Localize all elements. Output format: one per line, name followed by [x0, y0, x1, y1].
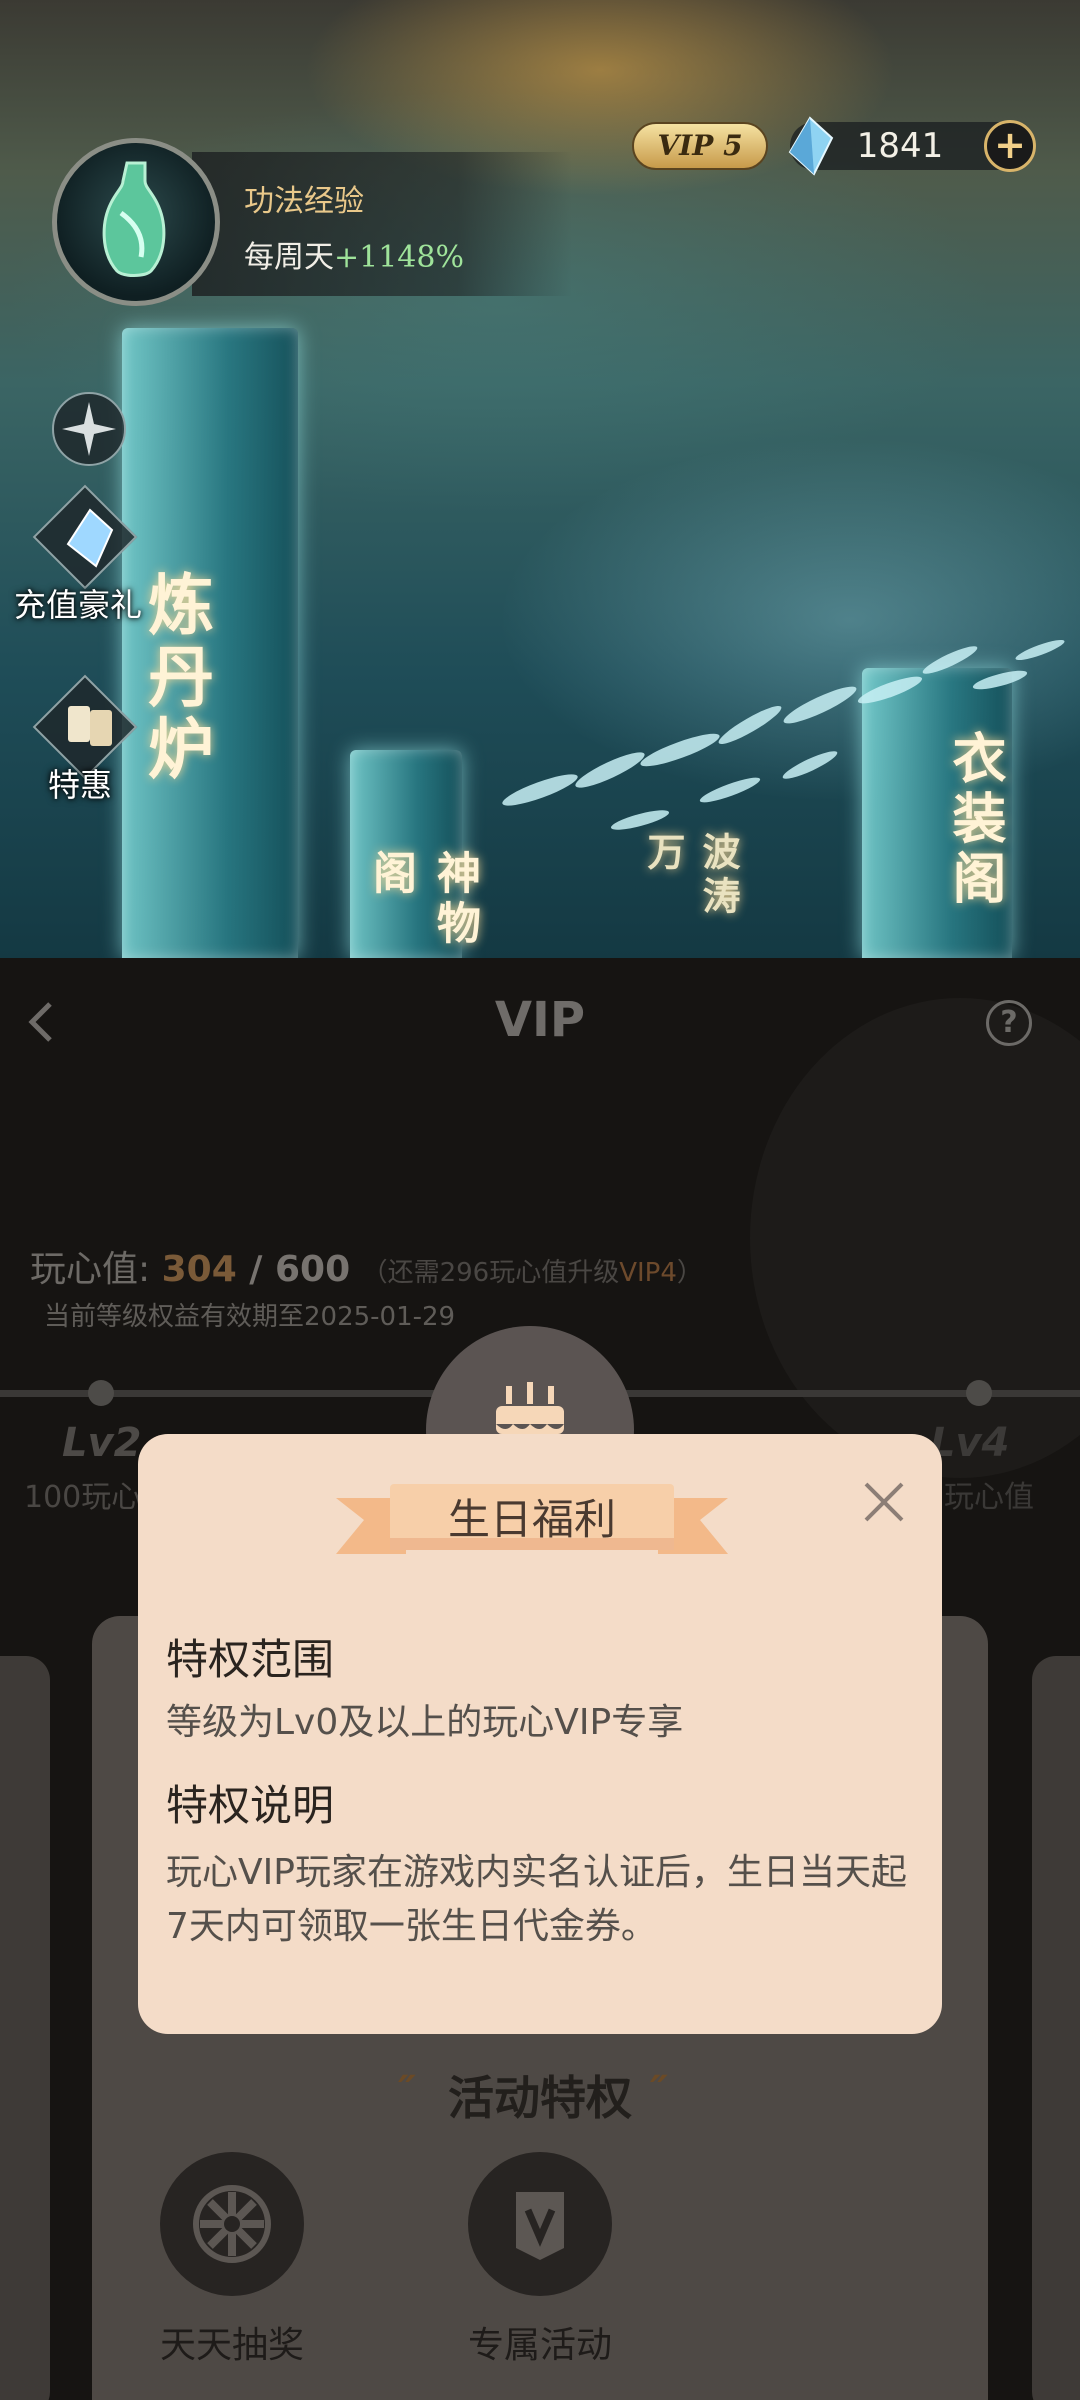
- fish-swarm-decoration: [502, 639, 1065, 830]
- score-hint: （还需296玩心值升级VIP4）: [362, 1258, 703, 1288]
- score-hint-suffix: ）: [676, 1258, 703, 1288]
- daily-lottery-button[interactable]: [160, 2152, 304, 2296]
- level-lv4-sub: 玩心值: [944, 1480, 1034, 1515]
- description-heading: 特权说明: [166, 1781, 335, 1830]
- game-view: 炼丹炉 神物阁 波涛万 衣装阁 功法经验 每周天+1148% VIP 5 184…: [0, 0, 1080, 958]
- compass-button[interactable]: [52, 392, 126, 466]
- score-hint-prefix: （还需296玩心值升级: [361, 1258, 620, 1288]
- add-gems-button[interactable]: +: [984, 120, 1036, 172]
- exp-bonus: +1148%: [334, 240, 464, 275]
- description-text: 玩心VIP玩家在游戏内实名认证后，生日当天起7天内可领取一张生日代金券。: [166, 1852, 907, 1947]
- score-current: 304: [161, 1249, 237, 1290]
- alchemy-label: 炼丹炉: [137, 570, 215, 786]
- vip-badge[interactable]: VIP 5: [632, 122, 768, 170]
- page-title: VIP: [494, 992, 586, 1048]
- level-dot-lv2: [88, 1380, 114, 1406]
- exclusive-activity-button[interactable]: [468, 2152, 612, 2296]
- crystal-icon: [66, 508, 114, 568]
- score-label: 玩心值:: [30, 1249, 151, 1290]
- level-dot-lv4: [966, 1380, 992, 1406]
- modal-title: 生日福利: [447, 1495, 616, 1544]
- special-offer-label[interactable]: 特惠: [48, 760, 112, 806]
- score-sep: /: [236, 1249, 275, 1290]
- exp-prefix: 每周天: [244, 240, 334, 275]
- level-lv4: Lv4: [930, 1420, 1010, 1466]
- level-lv2: Lv2: [62, 1420, 142, 1466]
- gem-icon: [788, 116, 834, 176]
- quote-right-decoration: ″: [650, 2068, 668, 2114]
- exp-rate: 每周天+1148%: [244, 232, 464, 276]
- bg-decoration: [750, 998, 1080, 1478]
- level-lv2-sub: 100玩心: [24, 1480, 142, 1515]
- scope-text: 等级为Lv0及以上的玩心VIP专享: [166, 1702, 684, 1743]
- vip-card-next[interactable]: [1032, 1656, 1080, 2400]
- score-hint-level: VIP4: [619, 1258, 677, 1288]
- gem-count: 1841: [856, 126, 944, 166]
- cards-icon: [68, 706, 112, 746]
- compass-icon: [62, 402, 116, 456]
- daily-lottery-label[interactable]: 天天抽奖: [122, 2316, 342, 2368]
- artifact-label: 神物阁: [365, 850, 480, 950]
- activity-section-title: 活动特权: [448, 2071, 632, 2125]
- validity-text: 当前等级权益有效期至2025-01-29: [44, 1302, 456, 1332]
- wheel-icon: [193, 2185, 271, 2263]
- exp-title: 功法经验: [244, 184, 364, 219]
- v-badge-icon: [516, 2192, 564, 2260]
- character-avatar[interactable]: [52, 138, 220, 306]
- score-row: 玩心值: 304 / 600 （还需296玩心值升级VIP4）: [30, 1240, 703, 1292]
- score-max: 600: [274, 1249, 351, 1290]
- close-icon[interactable]: [854, 1472, 914, 1532]
- vip-card-prev[interactable]: [0, 1656, 50, 2400]
- help-icon[interactable]: ?: [986, 1000, 1032, 1046]
- vase-icon: [102, 161, 166, 277]
- scope-heading: 特权范围: [166, 1635, 335, 1684]
- recharge-gift-label[interactable]: 充值豪礼: [14, 580, 142, 626]
- exclusive-activity-label[interactable]: 专属活动: [430, 2316, 650, 2368]
